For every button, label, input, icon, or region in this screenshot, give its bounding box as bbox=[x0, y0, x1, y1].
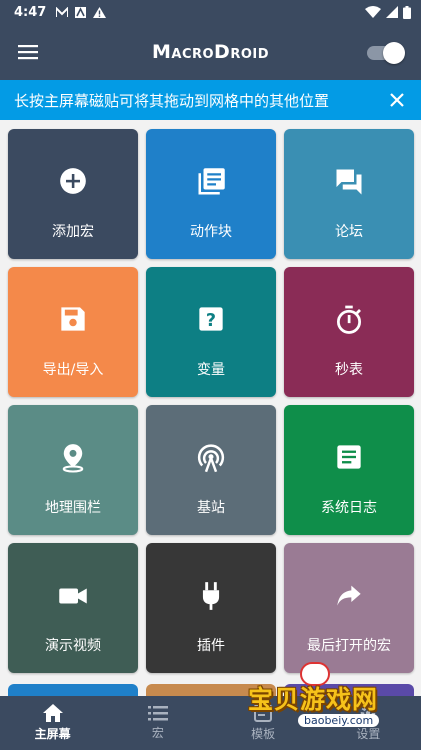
timer-icon bbox=[337, 305, 361, 334]
tile-label: 插件 bbox=[197, 638, 225, 654]
close-icon bbox=[390, 93, 404, 107]
warning-icon bbox=[93, 6, 107, 18]
help-box-icon: ? bbox=[199, 307, 223, 331]
template-icon bbox=[254, 704, 273, 722]
home-tile-grid: 添加宏 动作块 论坛 导出/导入 ? 变量 秒表 地理围栏 基站 系统日志 演示… bbox=[8, 129, 414, 673]
video-camera-icon bbox=[59, 588, 87, 604]
tile-label: 秒表 bbox=[335, 362, 363, 378]
tile-label: 导出/导入 bbox=[42, 362, 104, 378]
menu-button[interactable] bbox=[0, 24, 56, 80]
settings-icon bbox=[361, 705, 376, 721]
m-notification-icon bbox=[56, 6, 69, 17]
tile-forum[interactable]: 论坛 bbox=[284, 129, 414, 259]
nav-macros[interactable]: 宏 bbox=[105, 696, 210, 750]
macrodroid-enable-toggle[interactable] bbox=[367, 41, 405, 64]
tile-export-import[interactable]: 导出/导入 bbox=[8, 267, 138, 397]
toggle-knob bbox=[383, 42, 405, 64]
svg-text:?: ? bbox=[206, 311, 216, 331]
nav-label: 宏 bbox=[151, 726, 164, 740]
home-icon bbox=[42, 704, 63, 722]
list-icon bbox=[147, 706, 168, 721]
status-bar: 4:47 bbox=[0, 0, 421, 24]
log-icon bbox=[337, 445, 361, 469]
battery-icon bbox=[403, 5, 411, 19]
share-arrow-icon bbox=[337, 585, 361, 606]
status-time: 4:47 bbox=[14, 4, 47, 20]
tile-partial bbox=[284, 684, 414, 696]
tile-label: 动作块 bbox=[190, 224, 232, 240]
forum-icon bbox=[336, 169, 362, 195]
tile-label: 添加宏 bbox=[52, 224, 94, 240]
tile-partial bbox=[146, 684, 276, 696]
bottom-navigation: 主屏幕 宏 模板 设置 bbox=[0, 696, 421, 750]
tile-label: 地理围栏 bbox=[45, 500, 101, 516]
notification-icons bbox=[56, 6, 107, 18]
nav-settings[interactable]: 设置 bbox=[316, 696, 421, 750]
tile-partial bbox=[8, 684, 138, 696]
signal-icon bbox=[386, 6, 398, 18]
tile-label: 变量 bbox=[197, 362, 225, 378]
tile-plugins[interactable]: 插件 bbox=[146, 543, 276, 673]
plug-icon bbox=[202, 582, 220, 610]
hamburger-menu-icon bbox=[18, 45, 38, 60]
wifi-icon bbox=[365, 6, 381, 18]
tile-last-opened-macro[interactable]: 最后打开的宏 bbox=[284, 543, 414, 673]
banner-close-button[interactable] bbox=[385, 88, 409, 112]
save-icon bbox=[61, 307, 85, 331]
tile-label: 基站 bbox=[197, 500, 225, 516]
nav-label: 设置 bbox=[356, 727, 381, 741]
tile-geofence[interactable]: 地理围栏 bbox=[8, 405, 138, 535]
tile-label: 论坛 bbox=[335, 224, 363, 240]
app-bar: MacroDroid bbox=[0, 24, 421, 80]
nav-label: 模板 bbox=[251, 727, 276, 741]
add-circle-icon bbox=[60, 168, 86, 194]
nav-home[interactable]: 主屏幕 bbox=[0, 696, 105, 750]
tile-variables[interactable]: ? 变量 bbox=[146, 267, 276, 397]
tile-stopwatch[interactable]: 秒表 bbox=[284, 267, 414, 397]
nav-label: 主屏幕 bbox=[34, 727, 71, 741]
app-title: MacroDroid bbox=[151, 41, 270, 63]
nav-templates[interactable]: 模板 bbox=[211, 696, 316, 750]
tile-action-blocks[interactable]: 动作块 bbox=[146, 129, 276, 259]
tile-add-macro[interactable]: 添加宏 bbox=[8, 129, 138, 259]
tile-demo-videos[interactable]: 演示视频 bbox=[8, 543, 138, 673]
tip-banner-text: 长按主屏幕磁贴可将其拖动到网格中的其他位置 bbox=[14, 91, 330, 110]
location-pin-icon bbox=[62, 444, 84, 473]
cell-tower-icon bbox=[197, 444, 225, 473]
tile-cell-tower[interactable]: 基站 bbox=[146, 405, 276, 535]
tip-banner: 长按主屏幕磁贴可将其拖动到网格中的其他位置 bbox=[0, 80, 421, 120]
tile-label: 系统日志 bbox=[321, 500, 377, 516]
tile-label: 演示视频 bbox=[45, 638, 101, 654]
a-notification-icon bbox=[75, 6, 87, 18]
library-books-icon bbox=[198, 168, 225, 195]
tile-label: 最后打开的宏 bbox=[307, 638, 391, 654]
tile-system-log[interactable]: 系统日志 bbox=[284, 405, 414, 535]
